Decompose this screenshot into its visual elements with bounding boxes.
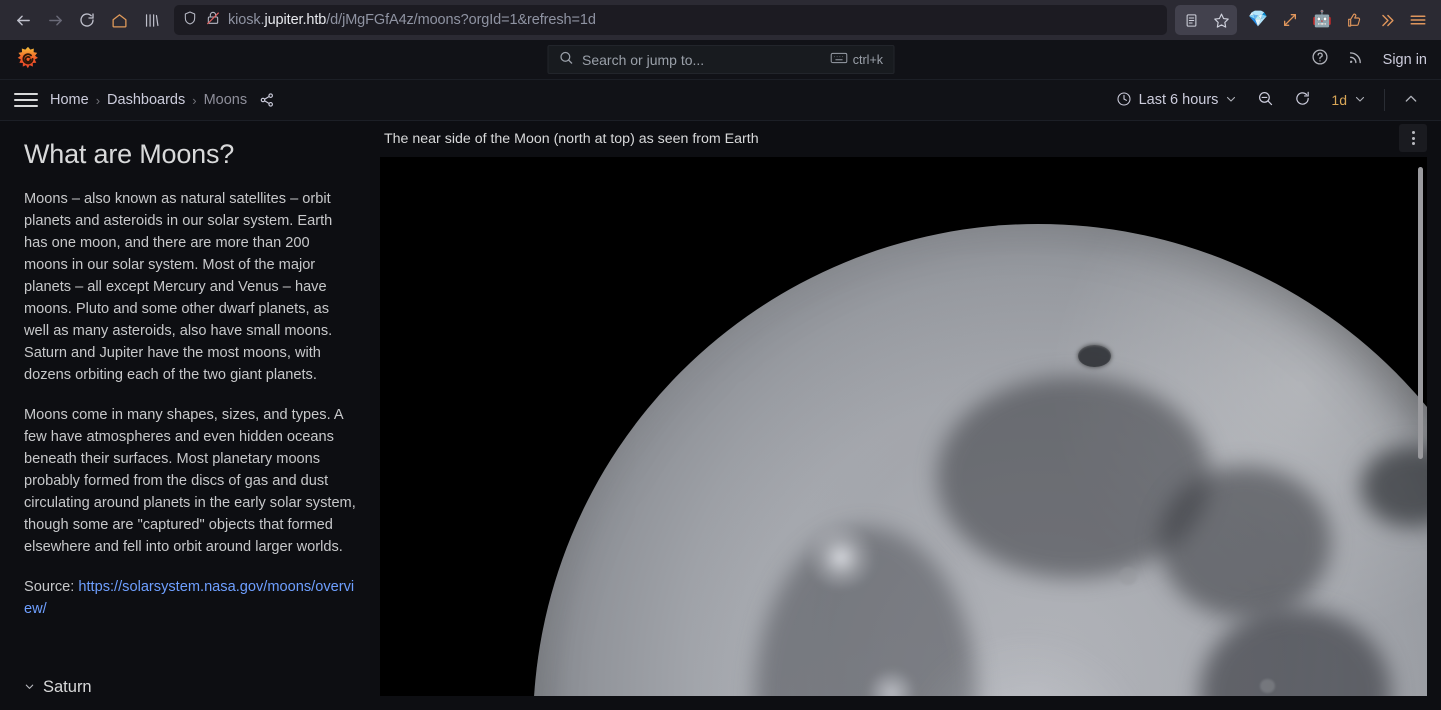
expand-button[interactable] — [1275, 5, 1305, 35]
hamburger-menu-icon — [14, 99, 38, 101]
search-placeholder-text: Search or jump to... — [582, 51, 705, 68]
home-button[interactable] — [104, 5, 134, 35]
row-title-saturn: Saturn — [43, 678, 92, 696]
reload-icon — [79, 12, 95, 28]
reload-button[interactable] — [72, 5, 102, 35]
page-title: What are Moons? — [24, 139, 235, 169]
breadcrumb: Home › Dashboards › Moons — [50, 92, 247, 108]
browser-menu-button[interactable] — [1403, 5, 1433, 35]
image-panel-header: The near side of the Moon (north at top)… — [380, 121, 1427, 157]
back-arrow-icon — [15, 12, 32, 29]
rss-news-icon[interactable] — [1347, 48, 1365, 71]
topnav-right-actions: Sign in — [1311, 48, 1427, 71]
sidebar-toggle-button[interactable] — [14, 88, 38, 112]
robot-extension-icon: 🤖 — [1312, 11, 1332, 28]
hamburger-menu-icon — [14, 93, 38, 95]
robot-extension-button[interactable]: 🤖 — [1307, 5, 1337, 35]
moon-disc — [533, 224, 1427, 696]
mare-serenitatis — [1159, 466, 1331, 618]
help-circle-icon[interactable] — [1311, 48, 1329, 71]
chevron-down-icon — [24, 681, 35, 694]
thumb-extension-button[interactable] — [1339, 5, 1369, 35]
breadcrumb-item-moons[interactable]: Moons — [204, 92, 248, 108]
mare-tranquillitatis — [1199, 607, 1392, 696]
double-chevron-right-icon — [1378, 12, 1395, 29]
time-range-label: Last 6 hours — [1138, 92, 1219, 108]
moon-image-viewport — [380, 157, 1427, 696]
zoom-out-time-button[interactable] — [1249, 86, 1282, 114]
refresh-interval-label: 1d — [1331, 92, 1347, 108]
star-bookmark-icon — [1213, 12, 1230, 29]
crater-plato — [1078, 345, 1111, 368]
paragraph-formation: Moons come in many shapes, sizes, and ty… — [24, 407, 356, 555]
text-panel-what-are-moons: What are Moons? Moons – also known as na… — [0, 121, 380, 710]
shield-icon[interactable] — [182, 10, 198, 31]
toolbar-divider — [1384, 89, 1385, 111]
grafana-breadcrumb-bar: Home › Dashboards › Moons Last 6 hours 1… — [0, 80, 1441, 121]
browser-toolbar-right-actions: 💎 🤖 — [1175, 5, 1433, 35]
clock-icon — [1116, 91, 1132, 110]
chevron-up-icon — [1403, 91, 1419, 110]
source-line: Source: https://solarsystem.nasa.gov/moo… — [24, 576, 356, 620]
diagonal-arrows-expand-icon — [1282, 12, 1298, 28]
refresh-interval-picker[interactable]: 1d — [1323, 86, 1374, 114]
breadcrumb-item-dashboards[interactable]: Dashboards — [107, 92, 185, 108]
lock-crossed-icon[interactable] — [205, 10, 221, 31]
search-shortcut-text: ctrl+k — [852, 52, 883, 67]
collapse-toolbar-button[interactable] — [1395, 86, 1427, 114]
forward-arrow-icon — [47, 12, 64, 29]
dashboard-toolbar-actions: Last 6 hours 1d — [1108, 86, 1427, 114]
grafana-top-navigation: Search or jump to... ctrl+k Sign in — [0, 40, 1441, 80]
library-icon — [143, 12, 160, 29]
gem-extension-button[interactable]: 💎 — [1243, 5, 1273, 35]
crater-small-2 — [1260, 678, 1276, 693]
image-panel-title: The near side of the Moon (north at top)… — [384, 131, 759, 147]
search-icon — [558, 50, 573, 70]
reader-view-icon — [1184, 13, 1199, 28]
crater-small-1 — [1118, 567, 1137, 585]
search-input[interactable]: Search or jump to... ctrl+k — [547, 45, 894, 74]
dashboard-content: What are Moons? Moons – also known as na… — [0, 121, 1441, 710]
refresh-dashboard-button[interactable] — [1286, 86, 1319, 114]
panel-kebab-menu-icon[interactable] — [1399, 124, 1427, 152]
bookmark-button[interactable] — [1206, 5, 1236, 35]
keyboard-icon — [830, 52, 848, 67]
url-bar[interactable]: kiosk.jupiter.htb/d/jMgFGfA4z/moons?orgI… — [174, 5, 1167, 35]
library-button[interactable] — [136, 5, 166, 35]
home-icon — [111, 12, 128, 29]
moon-photograph — [380, 157, 1427, 696]
back-button[interactable] — [8, 5, 38, 35]
reader-view-button[interactable] — [1176, 5, 1206, 35]
forward-button[interactable] — [40, 5, 70, 35]
breadcrumb-item-home[interactable]: Home — [50, 92, 89, 108]
browser-toolbar: kiosk.jupiter.htb/d/jMgFGfA4z/moons?orgI… — [0, 0, 1441, 40]
breadcrumb-separator: › — [95, 92, 101, 108]
chevron-down-icon — [1354, 93, 1366, 107]
aristarchus-bright-spot — [805, 527, 877, 588]
refresh-circular-arrow-icon — [1294, 90, 1311, 110]
zoom-out-magnifier-icon — [1257, 90, 1274, 110]
search-shortcut-hint: ctrl+k — [830, 52, 883, 67]
breadcrumb-separator: › — [192, 92, 197, 108]
image-panel-moon: The near side of the Moon (north at top)… — [380, 121, 1441, 710]
reader-bookmark-group — [1175, 5, 1237, 35]
paragraph-intro: Moons – also known as natural satellites… — [24, 191, 333, 383]
row-header-saturn[interactable]: Saturn — [24, 678, 92, 697]
grafana-logo-icon[interactable] — [14, 46, 42, 74]
chevron-down-icon — [1225, 93, 1237, 107]
gem-extension-icon: 💎 — [1248, 11, 1268, 28]
share-nodes-icon[interactable] — [259, 92, 275, 108]
sign-in-link[interactable]: Sign in — [1383, 52, 1427, 68]
overflow-button[interactable] — [1371, 5, 1401, 35]
source-label: Source: — [24, 579, 79, 595]
thumb-extension-icon — [1346, 12, 1362, 28]
url-text: kiosk.jupiter.htb/d/jMgFGfA4z/moons?orgI… — [228, 12, 596, 28]
hamburger-menu-icon — [14, 105, 38, 107]
hamburger-menu-icon — [1409, 11, 1427, 29]
mare-crisium — [1361, 446, 1427, 527]
time-range-picker[interactable]: Last 6 hours — [1108, 86, 1246, 114]
vertical-scrollbar[interactable] — [1418, 167, 1423, 459]
